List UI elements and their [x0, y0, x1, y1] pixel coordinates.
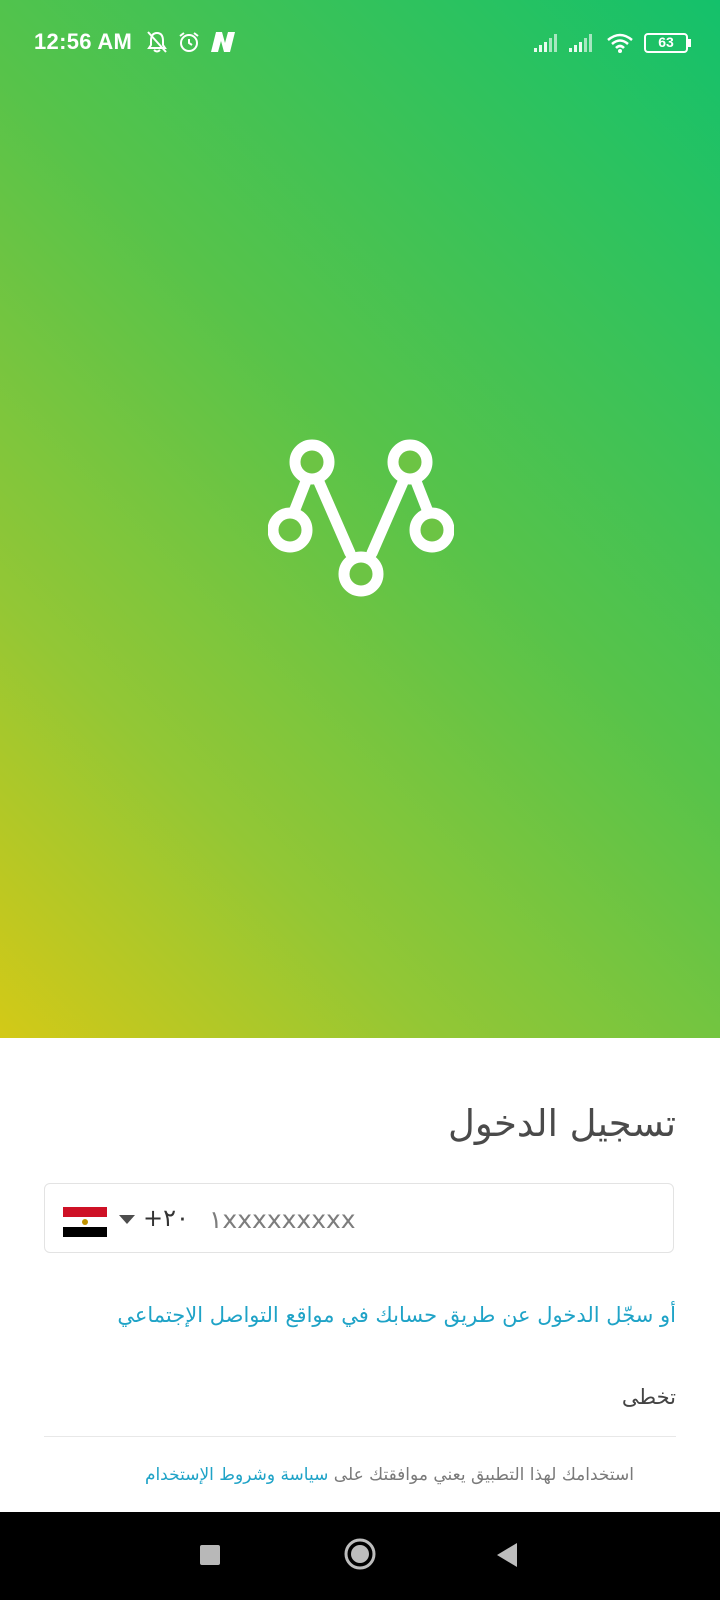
- phone-input[interactable]: [207, 1198, 651, 1240]
- back-icon[interactable]: [496, 1542, 518, 1568]
- terms-notice: استخدامك لهذا التطبيق يعني موافقتك على س…: [145, 1465, 634, 1485]
- social-login-link[interactable]: أو سجّل الدخول عن طريق حسابك في مواقع ال…: [117, 1303, 676, 1327]
- alarm-icon: [179, 32, 199, 52]
- country-code[interactable]: +٢٠: [143, 1204, 189, 1232]
- terms-text: استخدامك لهذا التطبيق يعني موافقتك على: [333, 1465, 634, 1485]
- signal-icon: [569, 34, 592, 52]
- skip-button[interactable]: تخطى: [622, 1385, 676, 1409]
- status-time: 12:56 AM: [34, 29, 133, 54]
- status-bar: 12:56 AM 63: [0, 0, 720, 86]
- terms-link[interactable]: سياسة وشروط الإستخدام: [145, 1465, 328, 1485]
- mute-icon: [147, 31, 167, 53]
- phone-field[interactable]: +٢٠: [44, 1183, 674, 1253]
- recents-icon[interactable]: [200, 1545, 220, 1565]
- app-logo-icon: [268, 439, 454, 597]
- battery-level: 63: [658, 34, 674, 50]
- home-icon[interactable]: [344, 1538, 376, 1570]
- page-title: تسجيل الدخول: [448, 1102, 676, 1145]
- hero-banner: 12:56 AM 63: [0, 0, 720, 1038]
- country-dropdown-icon[interactable]: [119, 1215, 135, 1224]
- wifi-icon: [607, 33, 633, 53]
- notification-app-icon: [211, 32, 235, 52]
- egypt-flag-icon[interactable]: [63, 1207, 107, 1237]
- divider: [44, 1436, 676, 1437]
- signal-icon: [534, 34, 557, 52]
